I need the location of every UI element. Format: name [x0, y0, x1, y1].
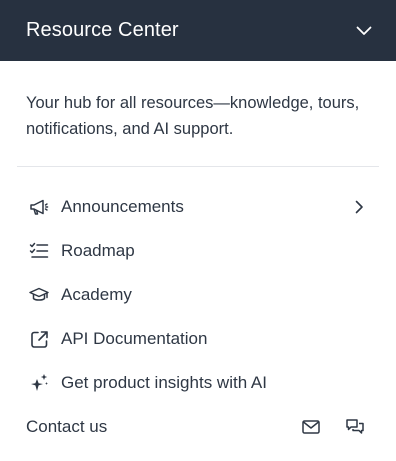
menu-item-label: API Documentation	[61, 329, 208, 348]
contact-label: Contact us	[26, 417, 108, 436]
menu-item-label: Academy	[61, 285, 132, 304]
intro-text: Your hub for all resources—knowledge, to…	[26, 94, 360, 138]
menu-item-api-documentation[interactable]: API Documentation	[0, 317, 396, 361]
menu-item-announcements[interactable]: Announcements	[0, 185, 396, 229]
divider	[17, 166, 379, 167]
resource-center-panel: Resource Center Your hub for all resourc…	[0, 0, 396, 461]
checklist-icon	[28, 240, 50, 262]
menu-item-roadmap[interactable]: Roadmap	[0, 229, 396, 273]
resource-center-header[interactable]: Resource Center	[0, 0, 396, 61]
mail-icon[interactable]	[300, 416, 322, 438]
menu-item-ai-insights[interactable]: Get product insights with AI	[0, 361, 396, 405]
megaphone-icon	[28, 196, 50, 218]
sparkles-icon	[28, 372, 50, 394]
graduation-cap-icon	[28, 284, 50, 306]
contact-row: Contact us	[0, 405, 396, 449]
chevron-right-icon	[352, 200, 366, 214]
menu-item-label: Announcements	[61, 197, 184, 216]
chevron-down-icon[interactable]	[356, 23, 372, 39]
external-link-icon	[28, 328, 50, 350]
menu-item-academy[interactable]: Academy	[0, 273, 396, 317]
header-title: Resource Center	[26, 19, 179, 41]
contact-actions	[300, 416, 366, 438]
menu-item-label: Roadmap	[61, 241, 135, 260]
menu-item-label: Get product insights with AI	[61, 373, 267, 392]
resource-menu: Announcements Roadmap Academy API Docume…	[0, 185, 396, 405]
chat-icon[interactable]	[344, 416, 366, 438]
